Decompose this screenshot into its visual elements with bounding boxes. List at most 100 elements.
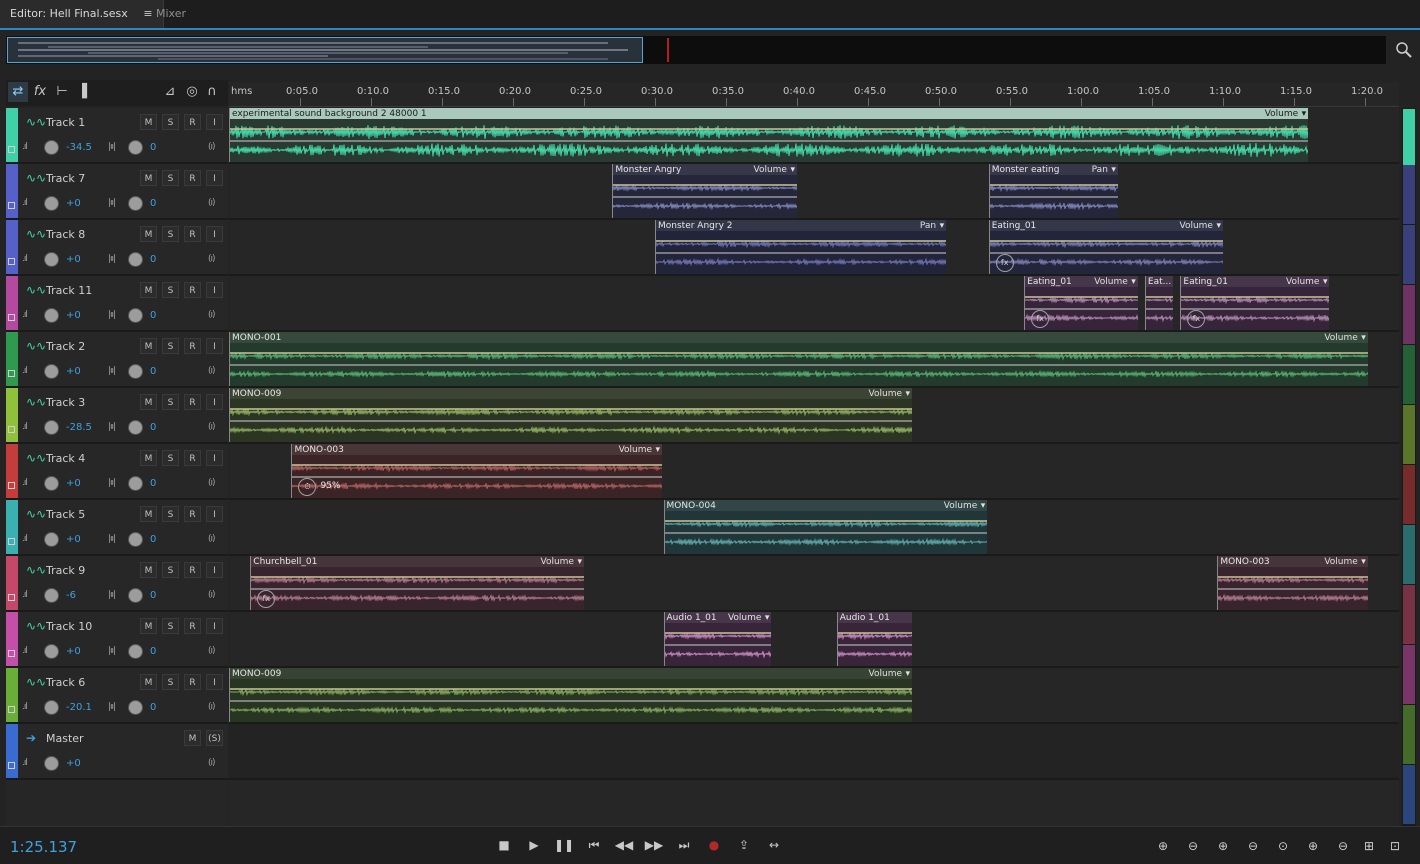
audio-clip[interactable]: Audio 1_01 bbox=[836, 612, 912, 666]
volume-value[interactable]: +0 bbox=[66, 198, 81, 209]
play-icon[interactable]: ▶ bbox=[523, 836, 545, 854]
audio-clip[interactable]: Eating_01 Volume ▾ fx bbox=[1024, 276, 1138, 330]
zoom-in-amplitude-icon[interactable]: ⊕ bbox=[1153, 837, 1173, 855]
mute-button[interactable]: M bbox=[140, 506, 157, 522]
output-icon[interactable]: (ı) bbox=[208, 758, 215, 768]
clip-parameter-dropdown[interactable]: Volume bbox=[944, 501, 977, 511]
pan-knob[interactable] bbox=[128, 588, 143, 603]
pan-value[interactable]: 0 bbox=[150, 254, 156, 265]
volume-knob[interactable] bbox=[44, 588, 59, 603]
input-button[interactable]: I bbox=[206, 114, 223, 130]
track-select-checkbox[interactable] bbox=[8, 594, 15, 601]
chevron-down-icon[interactable]: ▾ bbox=[905, 389, 910, 399]
volume-knob[interactable] bbox=[44, 532, 59, 547]
loop-icon[interactable]: ⇪ bbox=[733, 836, 755, 854]
volume-value[interactable]: -6 bbox=[66, 590, 76, 601]
track-select-checkbox[interactable] bbox=[8, 370, 15, 377]
track-lane[interactable]: Monster Angry Volume ▾ Monster eating Pan ▾ bbox=[229, 164, 1399, 220]
track-select-checkbox[interactable] bbox=[8, 538, 15, 545]
volume-value[interactable]: -34.5 bbox=[66, 142, 92, 153]
clip-parameter-dropdown[interactable]: Volume bbox=[619, 445, 652, 455]
zoom-out-amplitude-icon[interactable]: ⊖ bbox=[1183, 837, 1203, 855]
pan-value[interactable]: 0 bbox=[150, 646, 156, 657]
input-button[interactable]: I bbox=[206, 562, 223, 578]
track-lane[interactable]: MONO-004 Volume ▾ bbox=[229, 500, 1399, 556]
chevron-down-icon[interactable]: ▾ bbox=[1131, 277, 1136, 287]
track-name[interactable]: Track 2 bbox=[46, 340, 85, 353]
clip-parameter-dropdown[interactable]: Volume bbox=[541, 557, 574, 567]
output-icon[interactable]: (ı) bbox=[208, 478, 215, 488]
output-icon[interactable]: (ı) bbox=[208, 646, 215, 656]
pan-knob[interactable] bbox=[128, 700, 143, 715]
chevron-down-icon[interactable]: ▾ bbox=[790, 165, 795, 175]
record-button[interactable]: R bbox=[184, 450, 201, 466]
input-button[interactable]: I bbox=[206, 226, 223, 242]
audio-clip[interactable]: MONO-001 Volume ▾ bbox=[229, 332, 1368, 386]
chevron-down-icon[interactable]: ▾ bbox=[981, 501, 986, 511]
mute-button[interactable]: M bbox=[140, 450, 157, 466]
pan-value[interactable]: 0 bbox=[150, 198, 156, 209]
track-name[interactable]: Track 3 bbox=[46, 396, 85, 409]
record-button[interactable]: R bbox=[184, 394, 201, 410]
volume-knob[interactable] bbox=[44, 196, 59, 211]
track-name[interactable]: Track 8 bbox=[46, 228, 85, 241]
track-select-checkbox[interactable] bbox=[8, 146, 15, 153]
input-button[interactable]: I bbox=[206, 170, 223, 186]
track-lane[interactable]: MONO-001 Volume ▾ bbox=[229, 332, 1399, 388]
master-volume-knob[interactable] bbox=[44, 756, 59, 771]
chevron-down-icon[interactable]: ▾ bbox=[656, 445, 661, 455]
pan-knob[interactable] bbox=[128, 196, 143, 211]
pan-knob[interactable] bbox=[128, 308, 143, 323]
mute-button[interactable]: M bbox=[140, 394, 157, 410]
pan-knob[interactable] bbox=[128, 644, 143, 659]
pan-knob[interactable] bbox=[128, 364, 143, 379]
pan-knob[interactable] bbox=[128, 476, 143, 491]
record-button[interactable]: R bbox=[184, 506, 201, 522]
track-color-bar[interactable] bbox=[6, 220, 18, 274]
output-icon[interactable]: (ı) bbox=[208, 142, 215, 152]
output-icon[interactable]: (ı) bbox=[208, 198, 215, 208]
zoom-all-tracks-icon[interactable]: ⊡ bbox=[1385, 837, 1405, 855]
track-lane[interactable]: experimental sound background 2 48000 1 V… bbox=[229, 108, 1399, 164]
track-color-bar[interactable] bbox=[6, 500, 18, 554]
track-lane[interactable]: Churchbell_01 Volume ▾ fx MONO-003 Volume ▾ bbox=[229, 556, 1399, 612]
audio-clip[interactable]: MONO-009 Volume ▾ bbox=[229, 668, 913, 722]
record-timer-icon[interactable]: ◎ bbox=[182, 82, 202, 102]
track-select-checkbox[interactable] bbox=[8, 482, 15, 489]
master-solo-button[interactable]: (S) bbox=[206, 730, 223, 746]
zoom-in-tracks-icon[interactable]: ⊕ bbox=[1303, 837, 1323, 855]
solo-button[interactable]: S bbox=[162, 674, 179, 690]
solo-button[interactable]: S bbox=[162, 338, 179, 354]
clip-parameter-dropdown[interactable]: Volume bbox=[1265, 109, 1298, 119]
pan-value[interactable]: 0 bbox=[150, 534, 156, 545]
audio-clip[interactable]: Monster eating Pan ▾ bbox=[988, 164, 1118, 218]
mute-button[interactable]: M bbox=[140, 114, 157, 130]
volume-value[interactable]: -20.1 bbox=[66, 702, 92, 713]
pause-icon[interactable]: ❚❚ bbox=[553, 836, 575, 854]
pan-value[interactable]: 0 bbox=[150, 590, 156, 601]
track-name[interactable]: Track 5 bbox=[46, 508, 85, 521]
chevron-down-icon[interactable]: ▾ bbox=[905, 669, 910, 679]
mute-button[interactable]: M bbox=[140, 562, 157, 578]
record-button[interactable]: R bbox=[184, 618, 201, 634]
effects-rack-icon[interactable]: fx bbox=[30, 82, 50, 102]
pan-value[interactable]: 0 bbox=[150, 702, 156, 713]
input-button[interactable]: I bbox=[206, 450, 223, 466]
audio-clip[interactable]: Eating_01 Volume ▾ fx bbox=[988, 220, 1223, 274]
monitor-icon[interactable]: ∩ bbox=[202, 82, 222, 102]
zoom-to-selection-icon[interactable] bbox=[1394, 40, 1414, 60]
master-mute-button[interactable]: M bbox=[184, 730, 201, 746]
track-name[interactable]: Track 6 bbox=[46, 676, 85, 689]
solo-button[interactable]: S bbox=[162, 506, 179, 522]
input-button[interactable]: I bbox=[206, 618, 223, 634]
input-button[interactable]: I bbox=[206, 506, 223, 522]
pan-knob[interactable] bbox=[128, 140, 143, 155]
solo-button[interactable]: S bbox=[162, 114, 179, 130]
zoom-selection-icon[interactable]: ⊞ bbox=[1359, 837, 1379, 855]
zoom-out-tracks-icon[interactable]: ⊖ bbox=[1333, 837, 1353, 855]
record-button[interactable]: R bbox=[184, 114, 201, 130]
input-button[interactable]: I bbox=[206, 282, 223, 298]
stop-icon[interactable]: ■ bbox=[493, 836, 515, 854]
volume-knob[interactable] bbox=[44, 644, 59, 659]
track-color-bar[interactable] bbox=[6, 444, 18, 498]
